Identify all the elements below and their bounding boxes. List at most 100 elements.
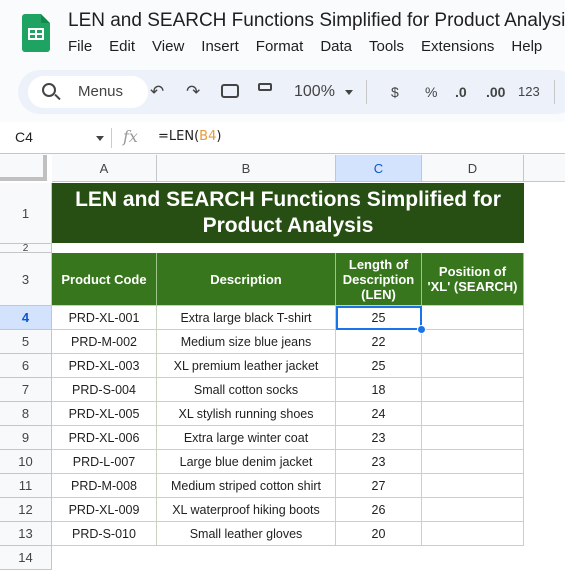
zoom-dropdown-icon[interactable]: [345, 90, 353, 95]
cell-length[interactable]: 24: [336, 402, 422, 426]
row-header-2[interactable]: 2: [0, 244, 52, 253]
cell-position[interactable]: [422, 306, 524, 330]
cell-description[interactable]: Large blue denim jacket: [157, 450, 336, 474]
cell-product-code[interactable]: PRD-XL-001: [52, 306, 157, 330]
title-banner[interactable]: LEN and SEARCH Functions Simplified for …: [52, 183, 524, 243]
column-header-e[interactable]: [524, 155, 565, 182]
cell-description[interactable]: Small leather gloves: [157, 522, 336, 546]
column-header-a[interactable]: A: [52, 155, 157, 182]
cell-position[interactable]: [422, 378, 524, 402]
cell-product-code[interactable]: PRD-XL-003: [52, 354, 157, 378]
sheets-logo-icon[interactable]: [22, 14, 50, 52]
formula-suffix: ): [216, 129, 222, 144]
row-header-1[interactable]: 1: [0, 183, 52, 244]
column-header-c[interactable]: C: [336, 155, 422, 182]
fx-icon: fx: [123, 127, 138, 146]
cell-length[interactable]: 23: [336, 426, 422, 450]
spreadsheet-grid[interactable]: A B C D 1 2 3 4 5 6 7 8 9 10 11 12 13 14 LEN and S…: [0, 155, 565, 576]
cell-product-code[interactable]: PRD-S-004: [52, 378, 157, 402]
cell-position[interactable]: [422, 402, 524, 426]
document-title[interactable]: LEN and SEARCH Functions Simplified for …: [68, 10, 565, 32]
cell-position[interactable]: [422, 498, 524, 522]
increase-decimal-button[interactable]: .00: [486, 80, 505, 104]
search-icon: [42, 83, 56, 97]
cell-length[interactable]: 25: [336, 306, 422, 330]
menu-help[interactable]: Help: [511, 38, 542, 55]
zoom-select[interactable]: 100%: [294, 80, 335, 104]
title-bar: LEN and SEARCH Functions Simplified for …: [0, 0, 565, 66]
cell-length[interactable]: 27: [336, 474, 422, 498]
cell-position[interactable]: [422, 426, 524, 450]
name-box-dropdown-icon[interactable]: [96, 136, 104, 141]
percent-format-button[interactable]: %: [425, 80, 437, 104]
name-box[interactable]: C4: [15, 129, 33, 145]
menu-view[interactable]: View: [152, 38, 184, 55]
print-icon[interactable]: [221, 84, 239, 98]
menu-edit[interactable]: Edit: [109, 38, 135, 55]
row-header-3[interactable]: 3: [0, 253, 52, 306]
menu-format[interactable]: Format: [256, 38, 304, 55]
header-product-code[interactable]: Product Code: [52, 253, 157, 306]
row-header-14[interactable]: 14: [0, 546, 52, 570]
menu-insert[interactable]: Insert: [201, 38, 239, 55]
cell-description[interactable]: Medium size blue jeans: [157, 330, 336, 354]
cell-length[interactable]: 26: [336, 498, 422, 522]
cell-length[interactable]: 22: [336, 330, 422, 354]
cell-position[interactable]: [422, 354, 524, 378]
row-header-4[interactable]: 4: [0, 306, 52, 330]
row-header-12[interactable]: 12: [0, 498, 52, 522]
toolbar: Menus ↶ ↷ 100% $ % .0 .00 123: [18, 70, 565, 114]
menu-extensions[interactable]: Extensions: [421, 38, 494, 55]
redo-icon[interactable]: ↷: [186, 80, 200, 104]
formula-input[interactable]: =LEN(B4): [158, 129, 221, 144]
cell-product-code[interactable]: PRD-S-010: [52, 522, 157, 546]
toolbar-divider: [554, 80, 555, 104]
currency-format-button[interactable]: $: [391, 80, 399, 104]
row-header-13[interactable]: 13: [0, 522, 52, 546]
cell-length[interactable]: 23: [336, 450, 422, 474]
cell-length[interactable]: 25: [336, 354, 422, 378]
cell-description[interactable]: XL waterproof hiking boots: [157, 498, 336, 522]
cell-description[interactable]: Extra large winter coat: [157, 426, 336, 450]
fill-handle[interactable]: [417, 325, 426, 334]
menu-file[interactable]: File: [68, 38, 92, 55]
cell-product-code[interactable]: PRD-L-007: [52, 450, 157, 474]
cell-position[interactable]: [422, 522, 524, 546]
column-header-d[interactable]: D: [422, 155, 524, 182]
cell-product-code[interactable]: PRD-XL-009: [52, 498, 157, 522]
header-position[interactable]: Position of 'XL' (SEARCH): [422, 253, 524, 306]
undo-icon[interactable]: ↶: [150, 80, 164, 104]
cell-description[interactable]: Extra large black T-shirt: [157, 306, 336, 330]
header-length[interactable]: Length of Description (LEN): [336, 253, 422, 306]
row-header-10[interactable]: 10: [0, 450, 52, 474]
cell-product-code[interactable]: PRD-XL-005: [52, 402, 157, 426]
number-format-button[interactable]: 123: [518, 80, 540, 104]
row-header-11[interactable]: 11: [0, 474, 52, 498]
menu-tools[interactable]: Tools: [369, 38, 404, 55]
cell-description[interactable]: Small cotton socks: [157, 378, 336, 402]
search-menus-button[interactable]: Menus: [28, 76, 148, 108]
decrease-decimal-button[interactable]: .0: [455, 80, 467, 104]
cell-product-code[interactable]: PRD-XL-006: [52, 426, 157, 450]
formula-bar: C4 fx =LEN(B4): [0, 122, 565, 154]
row-header-9[interactable]: 9: [0, 426, 52, 450]
row-header-6[interactable]: 6: [0, 354, 52, 378]
cell-description[interactable]: XL premium leather jacket: [157, 354, 336, 378]
cell-position[interactable]: [422, 450, 524, 474]
cell-position[interactable]: [422, 474, 524, 498]
cell-product-code[interactable]: PRD-M-008: [52, 474, 157, 498]
cell-length[interactable]: 20: [336, 522, 422, 546]
cell-description[interactable]: Medium striped cotton shirt: [157, 474, 336, 498]
column-header-b[interactable]: B: [157, 155, 336, 182]
row-header-8[interactable]: 8: [0, 402, 52, 426]
paint-format-icon[interactable]: [258, 83, 272, 91]
menu-data[interactable]: Data: [320, 38, 352, 55]
row-header-7[interactable]: 7: [0, 378, 52, 402]
select-all-corner[interactable]: [0, 155, 47, 181]
header-description[interactable]: Description: [157, 253, 336, 306]
cell-product-code[interactable]: PRD-M-002: [52, 330, 157, 354]
cell-length[interactable]: 18: [336, 378, 422, 402]
cell-description[interactable]: XL stylish running shoes: [157, 402, 336, 426]
cell-position[interactable]: [422, 330, 524, 354]
row-header-5[interactable]: 5: [0, 330, 52, 354]
